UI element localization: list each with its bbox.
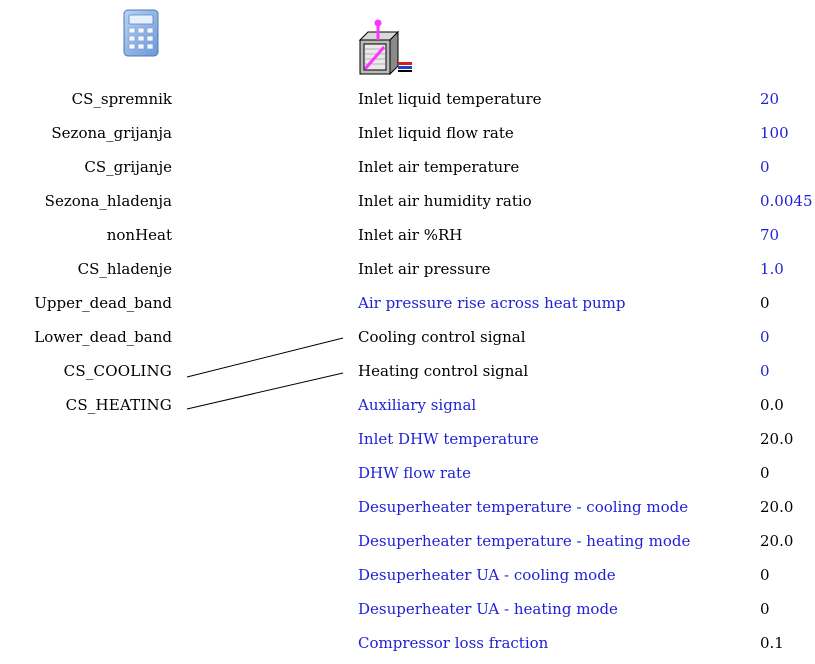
- parameter-row[interactable]: Desuperheater UA - cooling mode 0: [358, 562, 815, 596]
- parameter-label: Inlet liquid flow rate: [358, 124, 514, 142]
- source-variable[interactable]: CS_spremnik: [0, 86, 172, 120]
- parameter-value[interactable]: 20: [760, 86, 779, 112]
- connection-line-cooling: [186, 337, 344, 378]
- source-variable-cs-cooling[interactable]: CS_COOLING: [0, 358, 172, 392]
- parameter-value[interactable]: 0: [760, 596, 770, 622]
- parameter-row[interactable]: Inlet air humidity ratio 0.0045: [358, 188, 815, 222]
- input-parameter-list: Inlet liquid temperature 20 Inlet liquid…: [358, 86, 815, 664]
- parameter-row[interactable]: Inlet air temperature 0: [358, 154, 815, 188]
- parameter-value[interactable]: 0.0: [760, 392, 784, 418]
- parameter-row[interactable]: Air pressure rise across heat pump 0: [358, 290, 815, 324]
- parameter-value[interactable]: 100: [760, 120, 789, 146]
- parameter-label: Compressor loss fraction: [358, 634, 549, 652]
- parameter-row[interactable]: Inlet DHW temperature 20.0: [358, 426, 815, 460]
- parameter-label: Desuperheater UA - cooling mode: [358, 566, 616, 584]
- source-variable-list: CS_spremnik Sezona_grijanja CS_grijanje …: [0, 86, 172, 426]
- parameter-value[interactable]: 20.0: [760, 528, 793, 554]
- parameter-value[interactable]: 0: [760, 358, 770, 384]
- parameter-label: Desuperheater temperature - cooling mode: [358, 498, 689, 516]
- parameter-label: Inlet air temperature: [358, 158, 520, 176]
- parameter-value[interactable]: 0: [760, 154, 770, 180]
- parameter-label: Inlet air pressure: [358, 260, 491, 278]
- source-variable[interactable]: CS_hladenje: [0, 256, 172, 290]
- parameter-row-cooling-control[interactable]: Cooling control signal 0: [358, 324, 815, 358]
- parameter-row[interactable]: Inlet air %RH 70: [358, 222, 815, 256]
- parameter-row[interactable]: Auxiliary signal 0.0: [358, 392, 815, 426]
- parameter-label: DHW flow rate: [358, 464, 471, 482]
- source-variable-cs-heating[interactable]: CS_HEATING: [0, 392, 172, 426]
- parameter-label: Inlet DHW temperature: [358, 430, 539, 448]
- source-variable[interactable]: Upper_dead_band: [0, 290, 172, 324]
- parameter-row-heating-control[interactable]: Heating control signal 0: [358, 358, 815, 392]
- parameter-value[interactable]: 0: [760, 290, 770, 316]
- parameter-label: Inlet liquid temperature: [358, 90, 542, 108]
- parameter-label: Air pressure rise across heat pump: [358, 294, 626, 312]
- parameter-row[interactable]: Inlet liquid flow rate 100: [358, 120, 815, 154]
- parameter-row[interactable]: Desuperheater temperature - cooling mode…: [358, 494, 815, 528]
- calculator-icon[interactable]: [121, 8, 161, 58]
- parameter-label: Auxiliary signal: [358, 396, 477, 414]
- source-variable[interactable]: nonHeat: [0, 222, 172, 256]
- parameter-label: Cooling control signal: [358, 328, 526, 346]
- parameter-label: Inlet air %RH: [358, 226, 463, 244]
- parameter-value[interactable]: 0: [760, 562, 770, 588]
- parameter-row[interactable]: Inlet liquid temperature 20: [358, 86, 815, 120]
- parameter-label: Desuperheater temperature - heating mode: [358, 532, 691, 550]
- parameter-row[interactable]: Desuperheater UA - heating mode 0: [358, 596, 815, 630]
- connection-line-heating: [186, 372, 344, 410]
- parameter-value[interactable]: 70: [760, 222, 779, 248]
- parameter-value[interactable]: 20.0: [760, 494, 793, 520]
- parameter-value[interactable]: 0.0045: [760, 188, 813, 214]
- parameter-value[interactable]: 0: [760, 324, 770, 350]
- parameter-value[interactable]: 0: [760, 460, 770, 486]
- parameter-label: Heating control signal: [358, 362, 529, 380]
- source-variable[interactable]: Sezona_hladenja: [0, 188, 172, 222]
- parameter-label: Desuperheater UA - heating mode: [358, 600, 618, 618]
- source-variable[interactable]: Sezona_grijanja: [0, 120, 172, 154]
- parameter-value[interactable]: 0.1: [760, 630, 784, 656]
- heat-pump-icon[interactable]: [358, 18, 414, 76]
- parameter-row[interactable]: Inlet air pressure 1.0: [358, 256, 815, 290]
- source-variable[interactable]: Lower_dead_band: [0, 324, 172, 358]
- parameter-label: Inlet air humidity ratio: [358, 192, 532, 210]
- parameter-row[interactable]: Desuperheater temperature - heating mode…: [358, 528, 815, 562]
- parameter-row[interactable]: DHW flow rate 0: [358, 460, 815, 494]
- parameter-value[interactable]: 20.0: [760, 426, 793, 452]
- parameter-value[interactable]: 1.0: [760, 256, 784, 282]
- source-variable[interactable]: CS_grijanje: [0, 154, 172, 188]
